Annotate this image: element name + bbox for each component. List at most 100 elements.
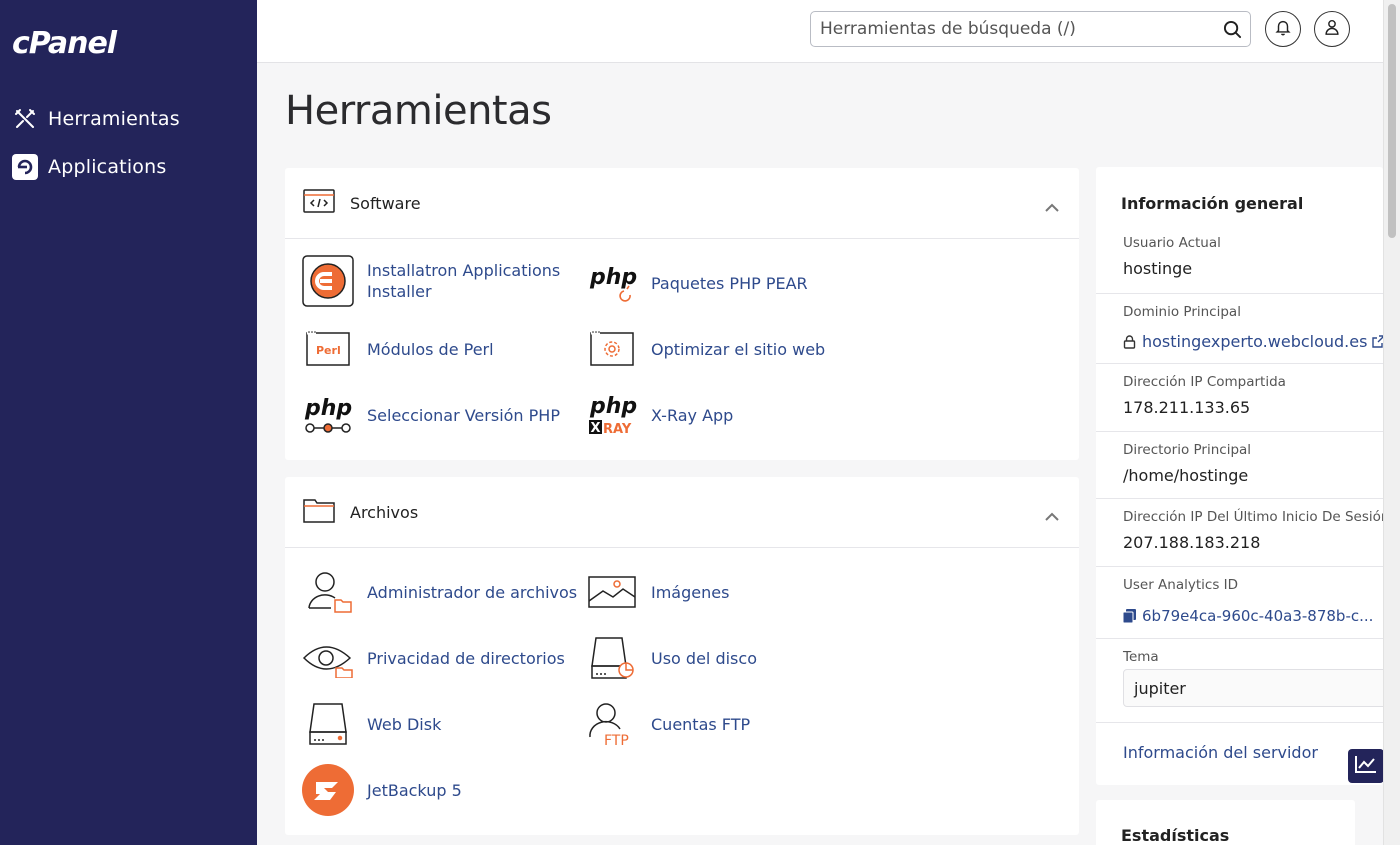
jetbackup-icon xyxy=(301,763,355,817)
info-label: Dirección IP Compartida xyxy=(1123,374,1286,390)
search-icon[interactable] xyxy=(1223,20,1242,43)
info-value: /home/hostinge xyxy=(1123,466,1249,485)
item-label: Privacidad de directorios xyxy=(367,648,565,668)
optimize-website-link[interactable]: Optimizar el sitio web xyxy=(585,322,825,376)
item-label: Cuentas FTP xyxy=(651,714,751,734)
directory-privacy-link[interactable]: Privacidad de directorios xyxy=(301,631,565,685)
statistics-panel: Estadísticas xyxy=(1096,800,1355,845)
perl-modules-link[interactable]: Perl Módulos de Perl xyxy=(301,322,494,376)
analytics-chart-button[interactable] xyxy=(1348,749,1384,783)
server-info-row: Información del servidor xyxy=(1096,722,1383,785)
notifications-button[interactable] xyxy=(1265,11,1301,47)
ftp-accounts-link[interactable]: FTP Cuentas FTP xyxy=(585,697,750,751)
select-php-version-link[interactable]: php Seleccionar Versión PHP xyxy=(301,388,560,442)
info-label: Tema xyxy=(1123,649,1159,665)
trend-chart-icon xyxy=(1354,754,1378,778)
user-menu-button[interactable] xyxy=(1314,11,1350,47)
info-label: User Analytics ID xyxy=(1123,577,1239,593)
search-box[interactable] xyxy=(810,11,1251,47)
info-label: Dominio Principal xyxy=(1123,304,1241,320)
info-label: Directorio Principal xyxy=(1123,442,1252,458)
svg-text:Perl: Perl xyxy=(316,344,341,357)
search-input[interactable] xyxy=(820,19,1210,39)
user-icon xyxy=(1323,18,1341,40)
info-value: hostinge xyxy=(1123,259,1193,278)
chevron-up-icon[interactable] xyxy=(1045,197,1059,216)
installatron-icon xyxy=(301,254,355,308)
copy-icon[interactable] xyxy=(1123,609,1136,623)
svg-text:php: php xyxy=(304,396,352,421)
vertical-scrollbar[interactable] xyxy=(1383,0,1400,845)
xray-app-link[interactable]: php X RAY X-Ray App xyxy=(585,388,733,442)
software-panel-header[interactable]: Software xyxy=(285,168,1079,239)
sidebar: cPanel Herramientas Applications xyxy=(0,0,257,845)
php-pear-link[interactable]: php Paquetes PHP PEAR xyxy=(585,256,808,310)
xray-icon: php X RAY xyxy=(585,388,639,442)
disk-usage-link[interactable]: Uso del disco xyxy=(585,631,757,685)
cpanel-logo[interactable]: cPanel xyxy=(12,26,117,61)
jetbackup-link[interactable]: JetBackup 5 xyxy=(301,763,462,817)
last-login-ip-row: Dirección IP Del Último Inicio De Sesión… xyxy=(1096,498,1383,566)
panel-title: Software xyxy=(350,193,421,213)
web-disk-link[interactable]: Web Disk xyxy=(301,697,441,751)
item-label: Administrador de archivos xyxy=(367,582,578,602)
shared-ip-row: Dirección IP Compartida 178.211.133.65 xyxy=(1096,363,1383,431)
sidebar-item-herramientas[interactable]: Herramientas xyxy=(0,97,257,141)
panel-title: Archivos xyxy=(350,502,419,522)
ftp-user-icon: FTP xyxy=(585,697,639,751)
perl-icon: Perl xyxy=(301,322,355,376)
svg-text:X: X xyxy=(591,421,601,436)
eye-icon xyxy=(301,631,355,685)
sidebar-item-label: Herramientas xyxy=(48,108,180,130)
item-label: Optimizar el sitio web xyxy=(651,339,826,359)
svg-text:RAY: RAY xyxy=(603,422,632,437)
item-label: Paquetes PHP PEAR xyxy=(651,273,808,293)
main-domain-row: Dominio Principal hostingexperto.webclou… xyxy=(1096,293,1383,363)
svg-text:php: php xyxy=(589,265,637,290)
sidebar-item-label: Applications xyxy=(48,156,167,178)
item-label: Seleccionar Versión PHP xyxy=(367,405,560,425)
php-version-icon: php xyxy=(301,388,355,442)
item-label: JetBackup 5 xyxy=(367,780,462,800)
item-label: Installer xyxy=(367,282,432,301)
folder-icon xyxy=(303,497,335,527)
svg-text:FTP: FTP xyxy=(604,733,629,747)
archivos-panel: Archivos Administrador de archivos Imáge… xyxy=(285,477,1079,835)
svg-text:php: php xyxy=(589,394,637,419)
top-header xyxy=(257,0,1383,63)
images-link[interactable]: Imágenes xyxy=(585,565,729,619)
file-manager-link[interactable]: Administrador de archivos xyxy=(301,565,577,619)
info-label: Usuario Actual xyxy=(1123,235,1221,251)
theme-row: Tema jupiter xyxy=(1096,638,1383,722)
archivos-panel-header[interactable]: Archivos xyxy=(285,477,1079,548)
external-link-icon[interactable] xyxy=(1372,335,1383,348)
chevron-up-icon[interactable] xyxy=(1045,506,1059,525)
disk-usage-icon xyxy=(585,631,639,685)
page-title: Herramientas xyxy=(285,88,552,134)
general-info-panel: Información general Usuario Actual hosti… xyxy=(1096,167,1383,785)
info-label: Dirección IP Del Último Inicio De Sesión xyxy=(1123,509,1383,525)
optimize-gear-icon xyxy=(585,322,639,376)
installatron-link[interactable]: Installatron Applications Installer xyxy=(301,254,560,308)
sidebar-item-applications[interactable]: Applications xyxy=(0,145,257,189)
lock-icon xyxy=(1123,334,1136,349)
main-domain-link[interactable]: hostingexperto.webcloud.es xyxy=(1142,332,1367,351)
item-label: Imágenes xyxy=(651,582,730,602)
current-user-row: Usuario Actual hostinge xyxy=(1096,225,1383,293)
scrollbar-thumb[interactable] xyxy=(1388,4,1396,238)
code-window-icon xyxy=(303,188,335,218)
analytics-id-row: User Analytics ID 6b79e4ca-960c-40a3-878… xyxy=(1096,566,1383,638)
theme-select[interactable]: jupiter xyxy=(1123,669,1383,707)
image-icon xyxy=(585,565,639,619)
info-value: 178.211.133.65 xyxy=(1123,398,1251,417)
analytics-id-value[interactable]: 6b79e4ca-960c-40a3-878b-c... xyxy=(1142,607,1373,625)
home-directory-row: Directorio Principal /home/hostinge xyxy=(1096,431,1383,498)
info-value: 207.188.183.218 xyxy=(1123,533,1261,552)
item-label: Web Disk xyxy=(367,714,442,734)
server-info-link[interactable]: Información del servidor xyxy=(1123,743,1318,762)
file-manager-icon xyxy=(301,565,355,619)
item-label: Uso del disco xyxy=(651,648,757,668)
software-panel: Software Installatron Applications Insta… xyxy=(285,168,1079,460)
bell-icon xyxy=(1274,18,1292,40)
item-label: Installatron Applications xyxy=(367,261,561,280)
